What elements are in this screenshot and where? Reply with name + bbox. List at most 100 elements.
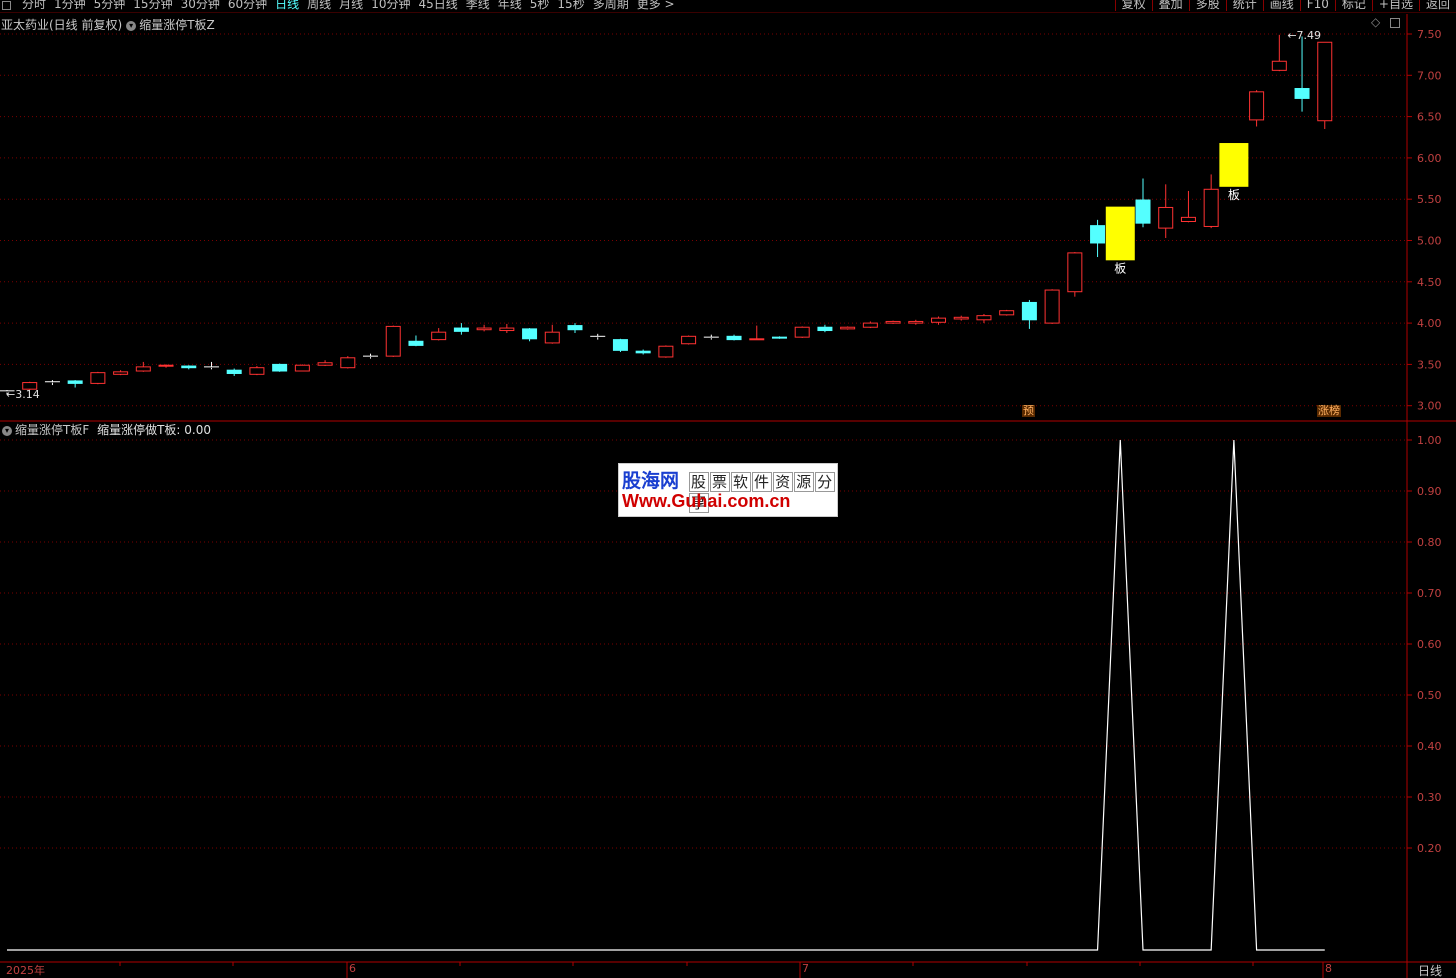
period-tab-4[interactable]: 30分钟 (177, 0, 224, 11)
x-label-year: 2025年 (6, 964, 45, 977)
candle-36 (817, 326, 833, 332)
x-label-jun: 6 (349, 962, 356, 975)
watermark-char-4: 资 (773, 472, 794, 492)
candle-57 (1294, 88, 1310, 99)
candle-48 (1090, 225, 1106, 244)
low-label: ←3.14 (6, 388, 40, 401)
limit-tag: 涨榜 (1317, 404, 1341, 417)
candle-58 (1317, 41, 1333, 122)
ind-tick-6: 0.40 (1417, 740, 1442, 753)
candle-56 (1271, 60, 1287, 71)
price-tick-6: 4.50 (1417, 276, 1442, 289)
period-tab-11[interactable]: 季线 (462, 0, 494, 11)
x-label-aug: 8 (1325, 962, 1332, 975)
candle-11 (249, 367, 265, 375)
period-tab-5[interactable]: 60分钟 (224, 0, 271, 11)
price-tick-4: 5.50 (1417, 193, 1442, 206)
candle-7 (158, 364, 174, 367)
tool-5[interactable]: F10 (1299, 0, 1335, 11)
candle-43 (976, 315, 992, 321)
candle-39 (885, 320, 901, 324)
candle-24 (544, 331, 560, 344)
candle-18 (408, 340, 424, 346)
ind-tick-7: 0.30 (1417, 791, 1442, 804)
watermark-char-6: 分 (815, 472, 836, 492)
candle-30 (681, 335, 697, 345)
candle-32 (726, 335, 742, 341)
candle-3 (67, 380, 83, 384)
candle-4 (90, 372, 106, 384)
candle-13 (294, 364, 310, 372)
candle-21 (476, 327, 492, 331)
period-toolbar: 分时 1分钟 5分钟 15分钟 30分钟 60分钟 日线 周线 月线 10分钟 45日线 季线 年线 5秒… (0, 0, 1456, 13)
period-tab-2[interactable]: 5分钟 (90, 0, 130, 11)
tool-6[interactable]: 标记 (1334, 0, 1372, 11)
candle-15 (340, 357, 356, 369)
period-tab-6[interactable]: 日线 (271, 0, 303, 11)
candle-14 (317, 362, 333, 366)
candle-19 (431, 331, 447, 341)
period-tab-12[interactable]: 年线 (494, 0, 526, 11)
tool-8[interactable]: 返回 (1418, 0, 1456, 11)
period-tab-9[interactable]: 10分钟 (367, 0, 414, 11)
candle-29 (658, 345, 674, 358)
tool-2[interactable]: 多股 (1188, 0, 1226, 11)
candle-41 (931, 317, 947, 323)
candle-12 (272, 363, 288, 372)
watermark-logo: 股海网 股票软件资源分享 Www.Guhai.com.cn (618, 463, 838, 517)
tool-1[interactable]: 叠加 (1151, 0, 1189, 11)
period-tab-14[interactable]: 15秒 (553, 0, 588, 11)
watermark-url: Www.Guhai.com.cn (622, 491, 791, 511)
watermark-char-2: 软 (731, 472, 752, 492)
panel-toggle-icon[interactable] (2, 1, 11, 10)
candle-20 (453, 327, 469, 332)
period-tab-3[interactable]: 15分钟 (129, 0, 176, 11)
ind-tick-0: 1.00 (1417, 434, 1442, 447)
right-toolbar: 复权 叠加 多股 统计 画线 F10 标记 +自选 返回 (1114, 0, 1456, 11)
candle-47 (1067, 252, 1083, 293)
candle-board-49 (1105, 206, 1135, 261)
period-tab-1[interactable]: 1分钟 (50, 0, 90, 11)
candle-6 (135, 366, 151, 372)
period-tab-0[interactable]: 分时 (18, 0, 50, 11)
price-tick-0: 7.50 (1417, 28, 1442, 41)
candle-53 (1203, 188, 1219, 227)
price-tick-3: 6.00 (1417, 152, 1442, 165)
period-tab-10[interactable]: 45日线 (414, 0, 461, 11)
candle-10 (226, 369, 242, 374)
candle-52 (1180, 216, 1196, 223)
candle-33 (749, 338, 765, 341)
candle-46 (1044, 289, 1060, 324)
period-tab-13[interactable]: 5秒 (526, 0, 554, 11)
tool-4[interactable]: 画线 (1262, 0, 1300, 11)
watermark-char-1: 票 (710, 472, 731, 492)
pre-tag: 预 (1022, 404, 1035, 417)
tool-7[interactable]: +自选 (1371, 0, 1419, 11)
ind-tick-2: 0.80 (1417, 536, 1442, 549)
ind-tick-1: 0.90 (1417, 485, 1442, 498)
price-tick-7: 4.00 (1417, 317, 1442, 330)
candle-8 (181, 365, 197, 369)
period-tab-16[interactable]: 更多 > (633, 0, 679, 11)
candle-51 (1158, 206, 1174, 229)
board-label-54: 板 (1228, 188, 1240, 202)
period-tab-7[interactable]: 周线 (303, 0, 335, 11)
watermark-char-5: 源 (794, 472, 815, 492)
watermark-char-0: 股 (689, 472, 710, 492)
tool-3[interactable]: 统计 (1225, 0, 1263, 11)
tool-0[interactable]: 复权 (1114, 0, 1152, 11)
period-tabs: 分时 1分钟 5分钟 15分钟 30分钟 60分钟 日线 周线 月线 10分钟 45日线 季线 年线 5秒… (18, 0, 679, 11)
candle-44 (999, 310, 1015, 316)
price-tick-1: 7.00 (1417, 69, 1442, 82)
price-tick-5: 5.00 (1417, 235, 1442, 248)
period-tab-15[interactable]: 多周期 (589, 0, 633, 11)
high-label: ←7.49 (1287, 29, 1321, 42)
period-tab-8[interactable]: 月线 (335, 0, 367, 11)
price-tick-2: 6.50 (1417, 111, 1442, 124)
candle-5 (113, 371, 129, 375)
ind-tick-4: 0.60 (1417, 638, 1442, 651)
candle-28 (635, 350, 651, 354)
candle-25 (567, 325, 583, 331)
candle-board-54 (1219, 143, 1249, 187)
watermark-cn: 股海网 (622, 470, 680, 492)
